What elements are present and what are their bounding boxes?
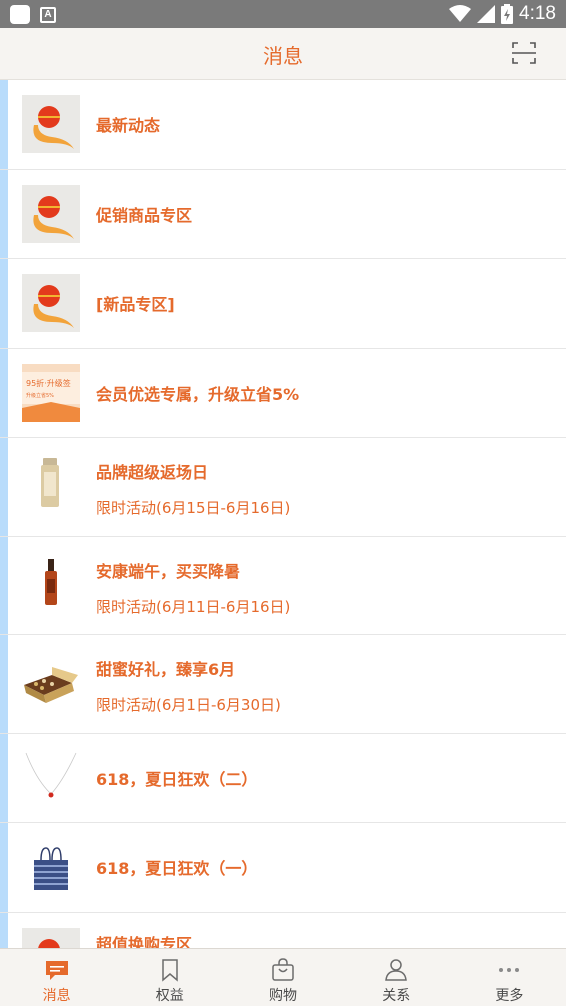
tab-label: 关系	[382, 988, 411, 1004]
list-item[interactable]: 超值换购专区	[0, 912, 566, 949]
notification-icon	[10, 5, 30, 24]
item-title: 最新动态	[96, 116, 161, 135]
necklace-icon	[22, 748, 80, 807]
bookmark-icon	[162, 959, 178, 982]
tab-more[interactable]: 更多	[453, 949, 566, 1006]
unread-indicator	[0, 259, 8, 348]
tab-shopping[interactable]: 购物	[226, 949, 339, 1006]
more-icon	[499, 968, 520, 972]
brand-logo-icon	[22, 184, 80, 243]
tab-label: 权益	[155, 988, 184, 1004]
chat-icon	[45, 961, 68, 980]
promo-banner-icon: 95折·升级签 升级立省5%	[22, 363, 80, 422]
signal-icon	[477, 5, 496, 23]
item-title: 超值换购专区	[96, 934, 193, 949]
list-item[interactable]: 618，夏日狂欢（二）	[0, 733, 566, 823]
brand-logo-icon	[22, 927, 80, 948]
list-item[interactable]: 95折·升级签 升级立省5% 会员优选专属，升级立省5%	[0, 348, 566, 438]
item-subtitle: 限时活动(6月1日-6月30日)	[96, 696, 281, 714]
item-title: 618，夏日狂欢（二）	[96, 769, 258, 789]
message-list[interactable]: 最新动态 促销商品专区 [新品专区] 95折·升级签 升级立省5% 会员优选专属…	[0, 80, 566, 948]
page-title: 消息	[263, 44, 303, 68]
list-item[interactable]: 促销商品专区	[0, 169, 566, 259]
battery-icon	[501, 4, 514, 24]
unread-indicator	[0, 169, 8, 258]
chocolate-box-icon	[22, 653, 80, 711]
top-app-bar: 消息	[0, 28, 566, 80]
item-title: 品牌超级返场日	[96, 463, 209, 482]
tab-benefits[interactable]: 权益	[113, 949, 226, 1006]
item-subtitle: 限时活动(6月11日-6月16日)	[96, 597, 291, 616]
unread-indicator	[0, 348, 8, 437]
scan-icon[interactable]	[512, 41, 536, 65]
banner-subtext: 升级立省5%	[26, 392, 54, 399]
person-icon	[385, 959, 408, 981]
item-title: [新品专区]	[96, 295, 175, 314]
item-title: 甜蜜好礼，臻享6月	[96, 660, 236, 679]
banner-text: 95折·升级签	[26, 378, 71, 388]
list-item[interactable]: 安康端午，买买降暑 限时活动(6月11日-6月16日)	[0, 536, 566, 635]
shopping-bag-icon	[272, 958, 294, 981]
list-item[interactable]: [新品专区]	[0, 259, 566, 349]
tab-label: 消息	[42, 988, 71, 1004]
unread-indicator	[0, 80, 8, 169]
unread-indicator	[0, 823, 8, 912]
sunscreen-bottle-icon	[22, 456, 80, 514]
bottom-tab-bar: 消息 权益 购物 关系 更多	[0, 948, 566, 1006]
unread-indicator	[0, 536, 8, 634]
item-title: 618，夏日狂欢（一）	[96, 859, 258, 878]
tab-messages[interactable]: 消息	[0, 949, 113, 1006]
clock: 4:18	[519, 3, 556, 24]
item-title: 安康端午，买买降暑	[96, 561, 241, 581]
list-item[interactable]: 品牌超级返场日 限时活动(6月15日-6月16日)	[0, 438, 566, 537]
item-subtitle: 限时活动(6月15日-6月16日)	[96, 499, 291, 517]
serum-bottle-icon	[22, 554, 80, 613]
unread-indicator	[0, 635, 8, 733]
tab-label: 更多	[495, 988, 524, 1004]
list-item[interactable]: 甜蜜好礼，臻享6月 限时活动(6月1日-6月30日)	[0, 635, 566, 734]
wifi-icon	[449, 5, 472, 22]
unread-indicator	[0, 733, 8, 822]
tab-relations[interactable]: 关系	[340, 949, 453, 1006]
brand-logo-icon	[22, 95, 80, 153]
item-title: 促销商品专区	[96, 205, 193, 225]
brand-logo-icon	[22, 274, 80, 332]
status-bar: A 4:18	[0, 0, 566, 28]
list-item[interactable]: 618，夏日狂欢（一）	[0, 823, 566, 913]
tab-label: 购物	[269, 988, 297, 1004]
list-item[interactable]: 最新动态	[0, 80, 566, 170]
app-notification-icon: A	[40, 6, 56, 23]
unread-indicator	[0, 912, 8, 948]
tote-bag-icon	[22, 838, 80, 896]
unread-indicator	[0, 438, 8, 536]
item-title: 会员优选专属，升级立省5%	[96, 384, 300, 404]
